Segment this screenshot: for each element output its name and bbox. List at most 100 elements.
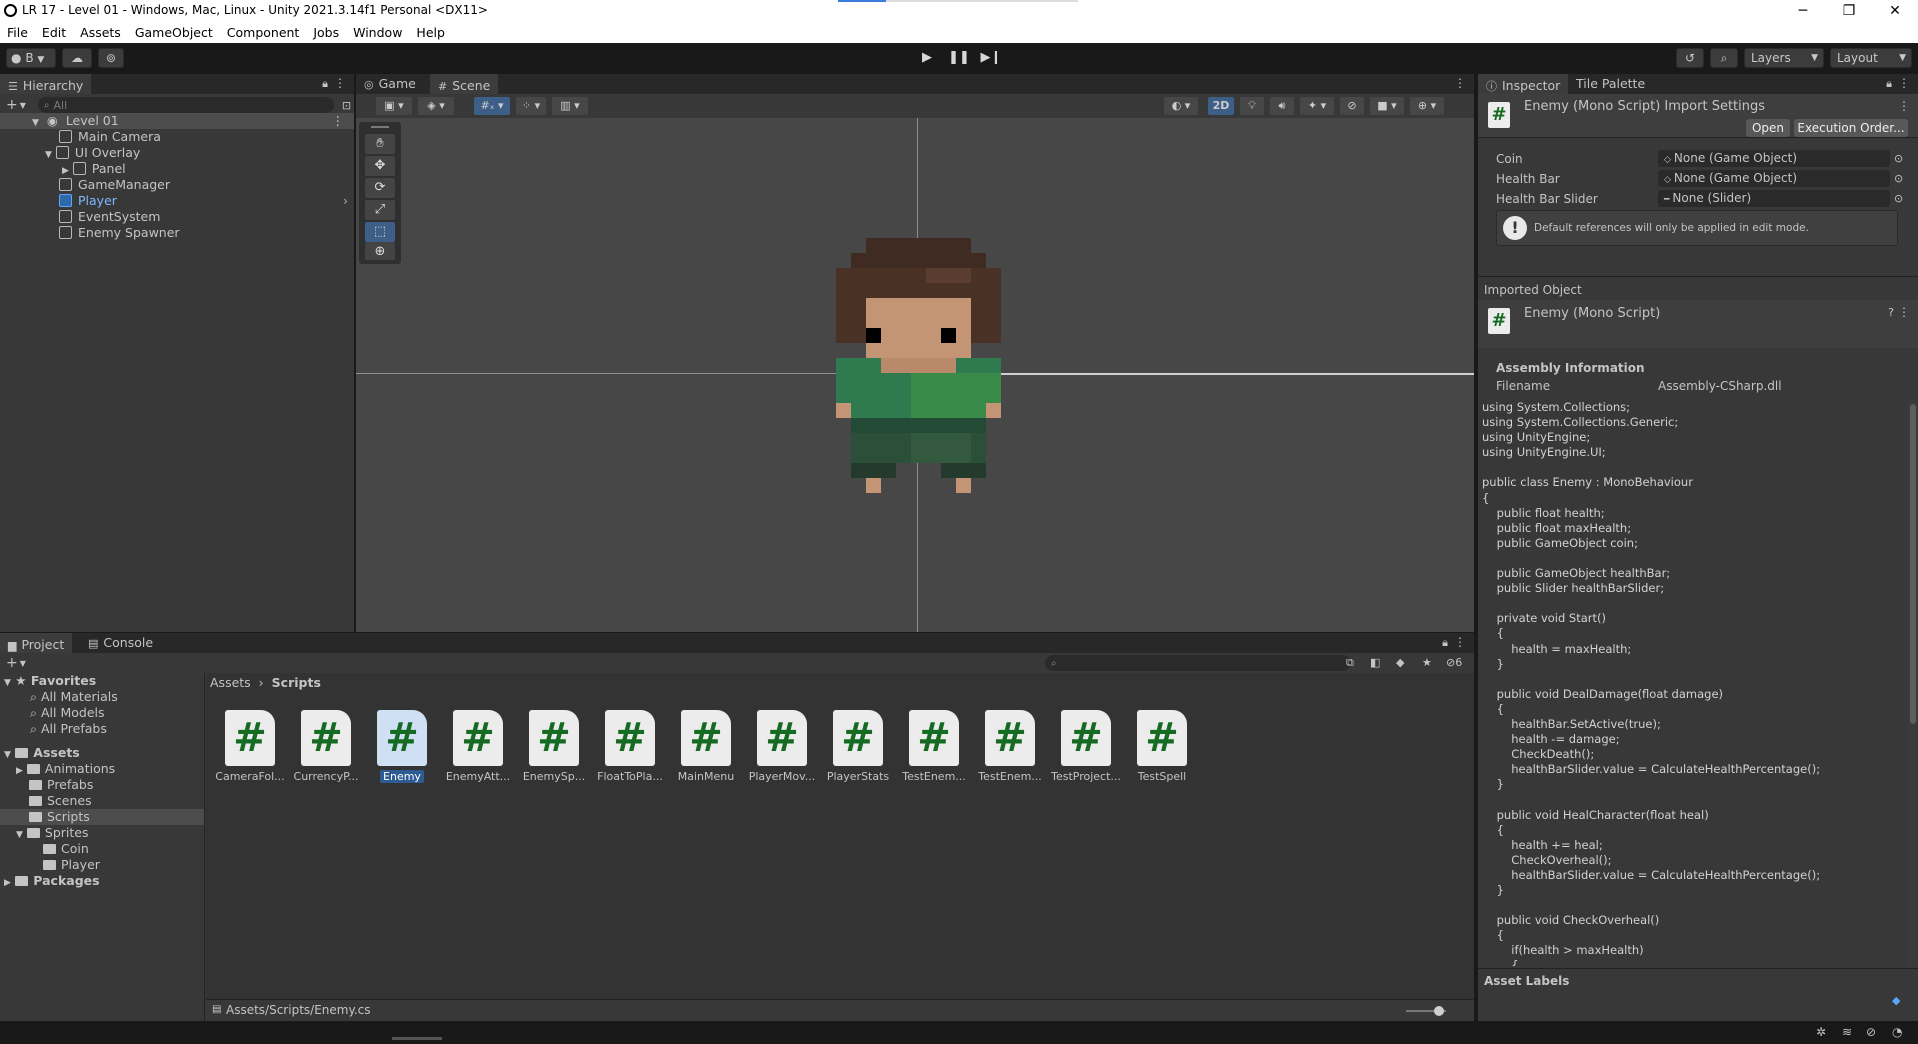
expand-arrow-icon[interactable]: ▼ [4, 750, 11, 760]
object-picker-icon[interactable]: ⊙ [1894, 192, 1903, 205]
render-mode-dropdown[interactable]: ◈ ▾ [418, 97, 454, 115]
collapse-arrow-icon[interactable]: ▶ [62, 166, 69, 176]
increment-snap-dropdown[interactable]: ⁘ ▾ [516, 97, 546, 115]
folder-coin[interactable]: Coin [43, 841, 89, 857]
expand-arrow-icon[interactable]: ▼ [16, 830, 23, 840]
hierarchy-item-level-01[interactable]: ▼ ◉ Level 01 ⋮ [0, 113, 354, 129]
lighting-icon[interactable]: 💡︎ [1240, 97, 1264, 115]
menu-edit[interactable]: Edit [35, 22, 73, 40]
collapse-arrow-icon[interactable]: ▶ [16, 766, 23, 776]
folder-scripts[interactable]: Scripts [0, 809, 204, 825]
hierarchy-item-main-camera[interactable]: Main Camera [59, 129, 161, 145]
script-asset[interactable]: # MainMenu [671, 710, 741, 783]
slider-thumb[interactable] [1434, 1006, 1444, 1016]
debug-icon[interactable]: ✲ [1816, 1025, 1826, 1039]
chevron-right-icon[interactable]: › [343, 193, 348, 209]
breadcrumb-assets[interactable]: Assets [210, 675, 251, 690]
more-options-icon[interactable]: ⋮ [1898, 99, 1910, 113]
script-asset[interactable]: # CurrencyP... [291, 710, 361, 783]
folder-prefabs[interactable]: Prefabs [29, 777, 93, 793]
tab-inspector[interactable]: ⓘ Inspector [1478, 74, 1569, 94]
hierarchy-item-eventsystem[interactable]: EventSystem [59, 209, 160, 225]
menu-jobs[interactable]: Jobs [306, 22, 346, 40]
hierarchy-item-enemy-spawner[interactable]: Enemy Spawner [59, 225, 180, 241]
account-dropdown[interactable]: ● B ▼ [6, 48, 56, 68]
tab-console[interactable]: ▤ Console [80, 633, 161, 653]
coin-object-field[interactable]: ◇ None (Game Object) [1658, 150, 1890, 167]
transform-tool-icon[interactable]: ⊕ [365, 242, 395, 260]
script-asset[interactable]: # TestSpell [1127, 710, 1197, 783]
project-search-input[interactable]: ⌕ [1045, 655, 1351, 671]
folder-player[interactable]: Player [43, 857, 100, 873]
script-asset[interactable]: # TestProject... [1051, 710, 1121, 783]
more-options-icon[interactable]: ⋮ [1898, 305, 1910, 319]
tab-scene[interactable]: # Scene [430, 74, 499, 94]
execution-order-button[interactable]: Execution Order... [1794, 119, 1908, 137]
more-options-icon[interactable]: ⋮ [332, 113, 345, 129]
favorites-header[interactable]: ▼ ★ Favorites [4, 673, 96, 689]
move-tool-icon[interactable]: ✥ [365, 156, 395, 176]
script-asset[interactable]: # EnemySp... [519, 710, 589, 783]
script-asset[interactable]: # EnemyAtt... [443, 710, 513, 783]
search-icon[interactable]: ⌕ [1710, 48, 1738, 68]
layout-dropdown[interactable]: Layout ▼ [1830, 48, 1912, 68]
gizmos-dropdown[interactable]: ⊕ ▾ [1410, 97, 1444, 115]
object-picker-icon[interactable]: ⊙ [1894, 172, 1903, 185]
tab-hierarchy[interactable]: ☰ Hierarchy [0, 74, 92, 94]
menu-window[interactable]: Window [346, 22, 409, 40]
menu-file[interactable]: File [0, 22, 35, 40]
tag-icon[interactable]: ◆ [1892, 994, 1900, 1007]
icon-size-slider[interactable] [1406, 1006, 1446, 1016]
rotate-tool-icon[interactable]: ⟳ [365, 178, 395, 198]
health-bar-slider-object-field[interactable]: ━ None (Slider) [1658, 190, 1890, 207]
hand-tool-icon[interactable]: ✋︎ [365, 134, 395, 154]
tab-project[interactable]: ▆ Project [0, 633, 73, 653]
tab-tile-palette[interactable]: Tile Palette [1568, 74, 1653, 94]
more-options-icon[interactable]: ⋮ [1454, 76, 1466, 90]
expand-arrow-icon[interactable]: ▼ [32, 118, 39, 128]
lock-icon[interactable]: 🔒︎ [322, 77, 328, 91]
hierarchy-item-player[interactable]: Player › [59, 193, 354, 209]
search-by-type-icon[interactable]: ⧉ [1346, 656, 1354, 670]
step-button[interactable]: ▶❙ [976, 48, 1006, 68]
script-asset[interactable]: # PlayerMov... [747, 710, 817, 783]
camera-dropdown[interactable]: ◐ ▾ [1164, 97, 1198, 115]
grid-snap-dropdown[interactable]: #ₓ ▾ [474, 97, 510, 115]
camera-settings-dropdown[interactable]: ■ ▾ [1370, 97, 1404, 115]
rect-tool-icon[interactable]: ⬚ [365, 222, 395, 242]
expand-arrow-icon[interactable]: ▼ [4, 678, 11, 688]
scale-tool-icon[interactable]: ⤢ [365, 200, 395, 220]
filter-by-type-icon[interactable]: ◧ [1370, 656, 1380, 669]
player-sprite[interactable] [836, 238, 1001, 508]
favorite-icon[interactable]: ★ [1422, 656, 1432, 669]
script-asset[interactable]: # CameraFol... [215, 710, 285, 783]
menu-help[interactable]: Help [409, 22, 452, 40]
scene-visibility-icon[interactable]: ⊡ [342, 99, 351, 112]
script-asset-selected[interactable]: # Enemy [367, 710, 437, 786]
more-options-icon[interactable]: ⋮ [334, 76, 346, 90]
collapse-arrow-icon[interactable]: ▶ [4, 878, 11, 888]
favorite-all-models[interactable]: ⌕ All Models [30, 705, 105, 721]
layers-dropdown[interactable]: Layers ▼ [1744, 48, 1824, 68]
help-icon[interactable]: ? [1888, 306, 1894, 319]
script-asset[interactable]: # FloatToPla... [595, 710, 665, 783]
minimize-button[interactable]: ─ [1780, 0, 1826, 22]
tab-game[interactable]: ◎ Game [356, 74, 424, 94]
2d-toggle-button[interactable]: 2D [1208, 97, 1234, 115]
hidden-packages-icon[interactable]: ⊘6 [1446, 656, 1462, 669]
expand-arrow-icon[interactable]: ▼ [45, 150, 52, 160]
effects-dropdown[interactable]: ✦ ▾ [1300, 97, 1334, 115]
add-icon[interactable]: + [6, 655, 18, 671]
hierarchy-item-gamemanager[interactable]: GameManager [59, 177, 170, 193]
filter-by-label-icon[interactable]: ◆ [1396, 656, 1404, 669]
scrollbar[interactable] [1908, 398, 1918, 966]
draw-mode-dropdown[interactable]: ▣ ▾ [376, 97, 412, 115]
favorite-all-materials[interactable]: ⌕ All Materials [30, 689, 118, 705]
script-asset[interactable]: # TestEnem... [899, 710, 969, 783]
lock-icon[interactable]: 🔒︎ [1886, 77, 1892, 91]
maximize-button[interactable]: ❐ [1826, 0, 1872, 22]
assets-header[interactable]: ▼ Assets [4, 745, 80, 761]
hierarchy-search-input[interactable]: ⌕ All [37, 97, 334, 113]
folder-sprites[interactable]: ▼ Sprites [16, 825, 89, 841]
more-options-icon[interactable]: ⋮ [1454, 635, 1466, 649]
